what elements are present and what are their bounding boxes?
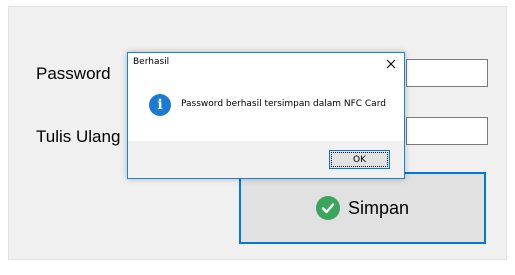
dialog-body: i Password berhasil tersimpan dalam NFC … (128, 75, 404, 141)
info-icon: i (149, 94, 171, 116)
dialog-footer: OK (128, 141, 404, 178)
ok-button[interactable]: OK (329, 150, 390, 169)
retype-password-label: Tulis Ulang (36, 127, 121, 146)
check-circle-icon (315, 196, 340, 220)
close-icon[interactable] (380, 54, 402, 74)
retype-password-input[interactable] (406, 117, 488, 145)
password-input[interactable] (406, 59, 488, 87)
dialog-title: Berhasil (133, 57, 170, 67)
save-button-label: Simpan (347, 197, 410, 218)
message-dialog: Berhasil i Password berhasil tersimpan d… (127, 52, 405, 179)
dialog-titlebar[interactable]: Berhasil (128, 53, 404, 75)
save-button[interactable]: Simpan (239, 172, 486, 244)
password-label: Password (36, 64, 111, 83)
dialog-message: Password berhasil tersimpan dalam NFC Ca… (181, 99, 386, 109)
